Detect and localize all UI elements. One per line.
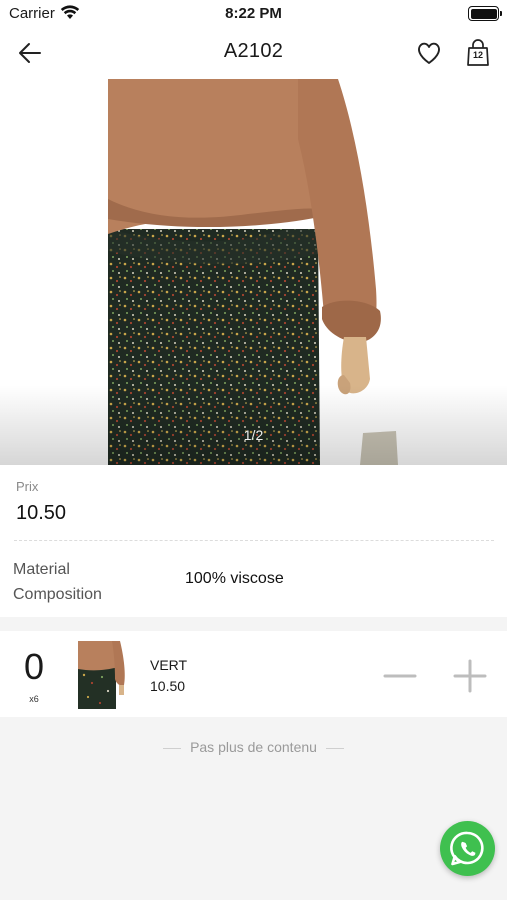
image-shade: [0, 385, 507, 465]
minus-icon[interactable]: [380, 656, 420, 696]
variant-row: 0 x6 VERT 10.50: [0, 631, 507, 717]
price-value: 10.50: [16, 502, 67, 524]
product-image-carousel[interactable]: 1/2: [0, 79, 507, 465]
variant-color-name: VERT: [150, 657, 188, 673]
status-bar: Carrier 8:22 PM: [0, 0, 507, 26]
divider: [14, 540, 494, 541]
end-of-content: Pas plus de contenu: [0, 739, 507, 755]
whatsapp-button[interactable]: [440, 821, 495, 876]
material-label: Material Composition: [13, 561, 102, 603]
end-of-content-text: Pas plus de contenu: [190, 739, 317, 755]
whatsapp-icon: [450, 831, 484, 866]
cart-button[interactable]: 12: [464, 37, 492, 69]
divider: [163, 747, 182, 749]
material-value: 100% viscose: [185, 570, 284, 587]
battery-icon: [468, 6, 502, 21]
navigation-bar: A2102 12: [0, 26, 507, 79]
status-time: 8:22 PM: [225, 5, 282, 22]
quantity-value: 0: [23, 646, 45, 687]
product-info-card: Prix 10.50 Material Composition 100% vis…: [0, 465, 507, 617]
pack-size: x6: [29, 694, 39, 704]
cart-badge-count: 12: [472, 50, 483, 60]
heart-icon[interactable]: [414, 38, 444, 68]
price-label: Prix: [16, 479, 39, 494]
variant-price: 10.50: [150, 678, 186, 694]
divider: [325, 747, 344, 749]
image-pager: 1/2: [243, 427, 264, 443]
variant-thumbnail[interactable]: [78, 641, 128, 709]
plus-icon[interactable]: [450, 656, 490, 696]
